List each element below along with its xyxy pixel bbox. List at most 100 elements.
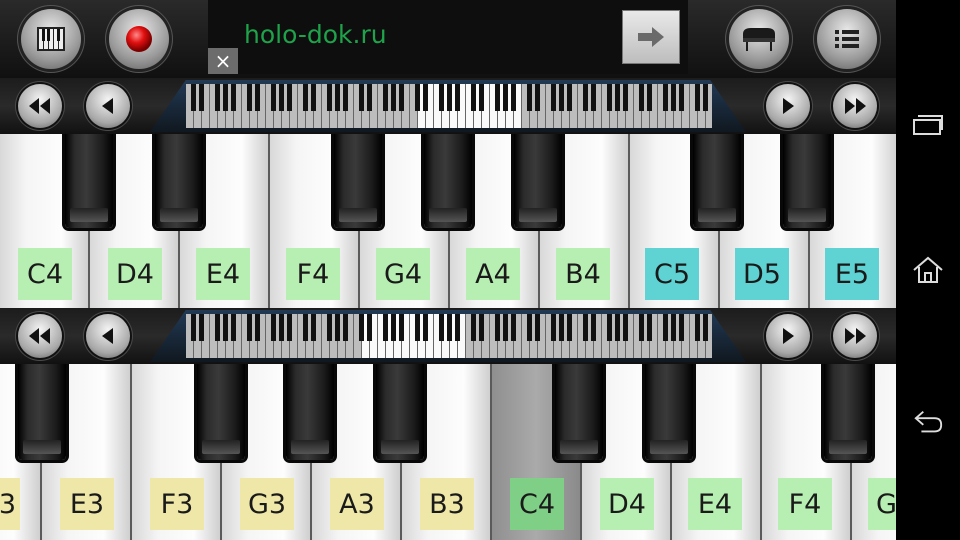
black-key[interactable]: [18, 364, 66, 460]
ad-go-button[interactable]: [622, 10, 680, 64]
keyboard-layout-button[interactable]: [21, 9, 81, 69]
mini-black-key: [647, 84, 652, 111]
mini-black-key: [383, 314, 388, 341]
mini-black-key: [511, 314, 516, 341]
note-label: 3: [0, 478, 20, 530]
black-key[interactable]: [334, 134, 382, 228]
chevron-right-icon: [783, 98, 794, 114]
black-key[interactable]: [783, 134, 831, 228]
mini-black-key: [647, 314, 652, 341]
mini-black-key: [399, 84, 404, 111]
record-button[interactable]: [109, 9, 169, 69]
mini-black-key: [559, 84, 564, 111]
mini-black-key: [471, 314, 476, 341]
mini-black-key: [503, 314, 508, 341]
mini-black-key: [439, 84, 444, 111]
note-label: G3: [240, 478, 294, 530]
black-key[interactable]: [424, 134, 472, 228]
mini-black-key: [247, 314, 252, 341]
lower-scroll-far-left-button[interactable]: [18, 314, 62, 358]
black-key[interactable]: [824, 364, 872, 460]
lower-mini-keyboard[interactable]: [186, 314, 712, 358]
mini-black-key: [511, 84, 516, 111]
upper-scroll-left-button[interactable]: [86, 84, 130, 128]
double-chevron-left-icon: [29, 328, 50, 344]
mini-black-key: [391, 84, 396, 111]
mini-black-key: [399, 314, 404, 341]
mini-black-key: [215, 314, 220, 341]
black-key[interactable]: [286, 364, 334, 460]
piano-app: holo-dok.ru × C4 D4 E4 F4 G4 A4 B4 C5 D5…: [0, 0, 896, 540]
back-button[interactable]: [912, 406, 944, 438]
black-key[interactable]: [197, 364, 245, 460]
upper-scroll-far-right-button[interactable]: [833, 84, 877, 128]
mini-black-key: [551, 84, 556, 111]
lower-scroll-right-button[interactable]: [766, 314, 810, 358]
instrument-button[interactable]: [729, 9, 789, 69]
mini-black-key: [591, 84, 596, 111]
mini-black-key: [479, 314, 484, 341]
note-label: D4: [108, 248, 162, 300]
mini-black-key: [591, 314, 596, 341]
list-menu-icon: [835, 30, 859, 48]
mini-black-key: [327, 84, 332, 111]
top-toolbar: holo-dok.ru ×: [0, 0, 896, 78]
mini-black-key: [703, 314, 708, 341]
mini-black-key: [223, 314, 228, 341]
ad-close-button[interactable]: ×: [208, 48, 238, 74]
black-key[interactable]: [376, 364, 424, 460]
menu-button[interactable]: [817, 9, 877, 69]
mini-black-key: [663, 314, 668, 341]
black-key[interactable]: [155, 134, 203, 228]
mini-black-key: [535, 314, 540, 341]
upper-mini-keyboard[interactable]: [186, 84, 712, 128]
mini-black-key: [343, 314, 348, 341]
lower-keyboard-navigator: [0, 308, 896, 364]
back-icon: [914, 410, 943, 433]
black-key[interactable]: [555, 364, 603, 460]
home-button[interactable]: [912, 254, 944, 286]
mini-black-key: [391, 314, 396, 341]
mini-black-key: [607, 84, 612, 111]
lower-scroll-far-right-button[interactable]: [833, 314, 877, 358]
mini-black-key: [191, 84, 196, 111]
recent-apps-button[interactable]: [912, 108, 944, 140]
lower-scroll-left-button[interactable]: [86, 314, 130, 358]
black-key[interactable]: [65, 134, 113, 228]
mini-black-key: [567, 84, 572, 111]
mini-black-key: [639, 314, 644, 341]
mini-black-key: [223, 84, 228, 111]
mini-black-key: [335, 314, 340, 341]
ad-text[interactable]: holo-dok.ru: [244, 20, 387, 49]
note-label: C4: [18, 248, 72, 300]
mini-black-key: [639, 84, 644, 111]
mini-black-key: [415, 84, 420, 111]
mini-black-key: [303, 314, 308, 341]
upper-keyboard-navigator: [0, 78, 896, 134]
home-icon: [913, 256, 943, 283]
mini-black-key: [679, 84, 684, 111]
upper-scroll-right-button[interactable]: [766, 84, 810, 128]
lower-keyboard: 3 E3 F3 G3 A3 B3 C4 D4 E4 F4 G: [0, 364, 896, 540]
mini-black-key: [359, 314, 364, 341]
mini-black-key: [231, 314, 236, 341]
black-key[interactable]: [645, 364, 693, 460]
note-label: D5: [735, 248, 789, 300]
system-navigation-bar: [896, 0, 960, 540]
mini-black-key: [287, 84, 292, 111]
note-label: B3: [420, 478, 474, 530]
mini-black-key: [527, 314, 532, 341]
note-label: D4: [600, 478, 654, 530]
mini-black-key: [439, 314, 444, 341]
mini-black-key: [535, 84, 540, 111]
upper-keyboard: C4 D4 E4 F4 G4 A4 B4 C5 D5 E5: [0, 134, 896, 308]
mini-black-key: [671, 314, 676, 341]
black-key[interactable]: [514, 134, 562, 228]
mini-black-key: [271, 84, 276, 111]
note-label: F4: [286, 248, 340, 300]
ad-banner[interactable]: holo-dok.ru ×: [208, 0, 688, 74]
recent-apps-icon: [913, 115, 943, 135]
double-chevron-right-icon: [845, 328, 866, 344]
black-key[interactable]: [693, 134, 741, 228]
upper-scroll-far-left-button[interactable]: [18, 84, 62, 128]
